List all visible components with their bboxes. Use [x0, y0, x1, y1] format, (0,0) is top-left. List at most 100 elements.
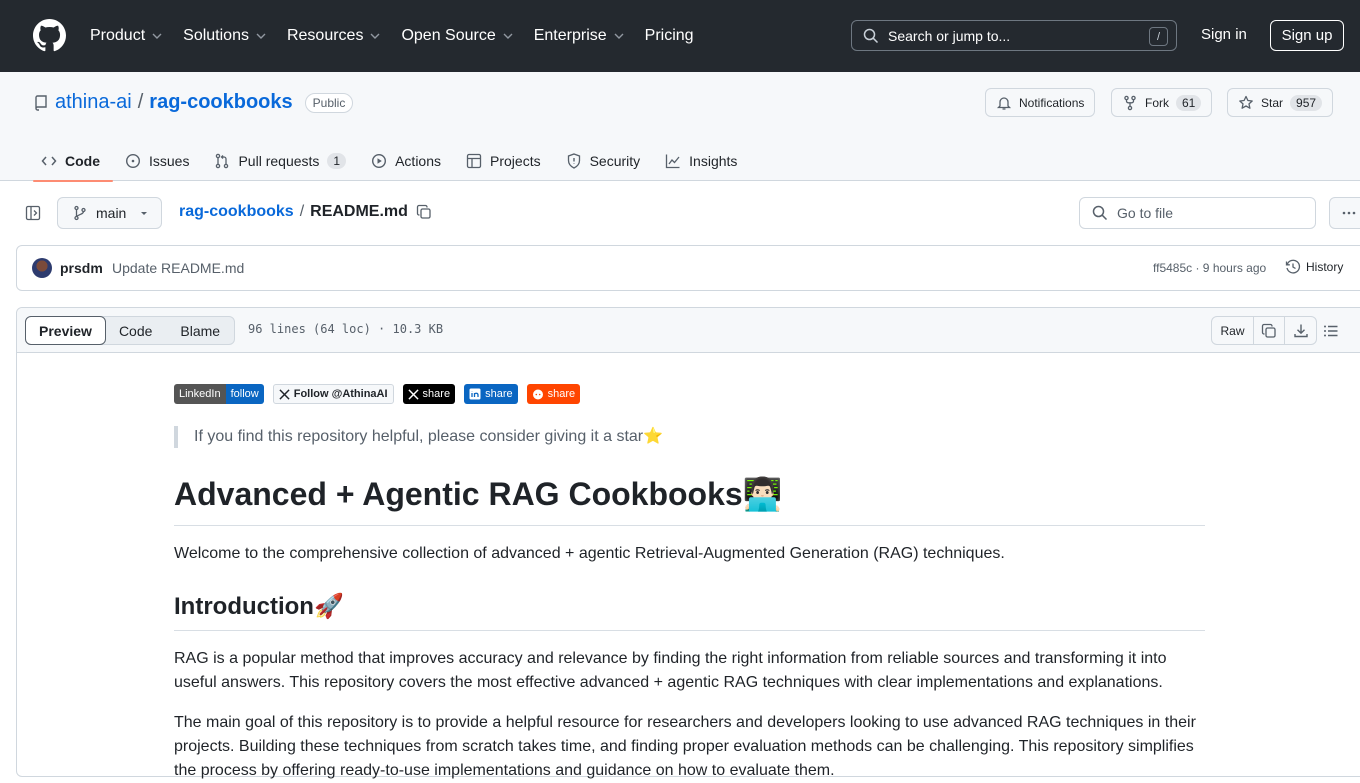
fork-button[interactable]: Fork 61	[1111, 88, 1213, 117]
branch-selector-button[interactable]: main	[57, 197, 162, 229]
graph-icon	[666, 154, 680, 168]
blame-mode-button[interactable]: Blame	[166, 317, 234, 344]
chevron-down-icon	[152, 33, 162, 39]
pull-requests-count: 1	[327, 152, 347, 169]
sidebar-expand-icon	[25, 205, 41, 221]
copy-path-icon[interactable]	[416, 204, 432, 220]
sign-up-button[interactable]: Sign up	[1270, 20, 1344, 51]
global-search-input[interactable]: Search or jump to... /	[851, 20, 1177, 51]
code-mode-button[interactable]: Code	[105, 317, 166, 344]
tab-pull-requests[interactable]: Pull requests 1	[206, 140, 359, 181]
caret-down-icon	[141, 212, 148, 215]
tab-insights[interactable]: Insights	[657, 140, 750, 181]
x-logo-icon	[279, 388, 290, 400]
badge-row: LinkedIn follow Follow @AthinaAI share s…	[174, 384, 1205, 404]
readme-intro-paragraph-1: RAG is a popular method that improves ac…	[174, 650, 1167, 691]
breadcrumb-file-name: README.md	[310, 203, 408, 220]
history-button[interactable]: History	[1285, 259, 1343, 275]
download-raw-button[interactable]	[1285, 317, 1316, 344]
breadcrumb-repo-link[interactable]: rag-cookbooks	[179, 203, 294, 221]
chevron-down-icon	[503, 33, 513, 39]
search-shortcut-key: /	[1149, 27, 1168, 46]
nav-solutions[interactable]: Solutions	[173, 0, 277, 72]
commit-hash-and-time[interactable]: ff5485c · 9 hours ago	[1153, 261, 1266, 275]
code-icon	[41, 156, 57, 165]
breadcrumb: rag-cookbooks / README.md	[179, 203, 432, 221]
nav-open-source-label: Open Source	[401, 27, 496, 44]
nav-pricing[interactable]: Pricing	[635, 0, 704, 72]
star-count: 957	[1290, 94, 1323, 111]
badge-label: share	[422, 388, 451, 400]
go-to-file-input[interactable]: Go to file	[1079, 197, 1316, 229]
commit-message-link[interactable]: Update README.md	[112, 260, 244, 276]
tab-actions[interactable]: Actions	[363, 140, 454, 181]
tab-issues[interactable]: Issues	[117, 140, 202, 181]
readme-intro-paragraph-2: The main goal of this repository is to p…	[174, 714, 1196, 779]
table-icon	[466, 153, 482, 168]
sign-in-link[interactable]: Sign in	[1201, 26, 1247, 43]
readme-title: Advanced + Agentic RAG Cookbooks👨🏻‍💻	[174, 474, 1205, 526]
nav-resources[interactable]: Resources	[277, 0, 391, 72]
x-follow-badge[interactable]: Follow @AthinaAI	[272, 384, 394, 404]
tab-pull-requests-label: Pull requests	[238, 152, 320, 169]
tab-issues-label: Issues	[149, 152, 190, 169]
notifications-label: Notifications	[1019, 95, 1085, 110]
repo-icon	[35, 94, 47, 111]
fork-label: Fork	[1145, 95, 1169, 110]
x-share-inner: share	[403, 384, 456, 404]
site-header: Product Solutions Resources Open Source …	[0, 0, 1360, 72]
tab-projects[interactable]: Projects	[458, 140, 554, 181]
x-logo-icon	[407, 388, 419, 400]
raw-button[interactable]: Raw	[1212, 317, 1254, 344]
tab-code[interactable]: Code	[33, 140, 113, 182]
notifications-button[interactable]: Notifications	[985, 88, 1096, 117]
breadcrumb-separator: /	[299, 203, 305, 220]
more-options-button[interactable]	[1329, 197, 1360, 229]
kebab-horizontal-icon	[1342, 211, 1356, 215]
linkedin-share-badge[interactable]: share	[464, 384, 518, 404]
repo-title: athina-ai / rag-cookbooks Public	[33, 91, 354, 114]
badge-label: Follow @AthinaAI	[293, 388, 388, 400]
preview-mode-button[interactable]: Preview	[25, 316, 106, 345]
tab-insights-label: Insights	[689, 152, 738, 169]
download-icon	[1293, 324, 1308, 337]
badge-label: share	[485, 388, 513, 400]
readme-content: LinkedIn follow Follow @AthinaAI share s…	[174, 384, 1205, 783]
reddit-share-badge[interactable]: share	[526, 384, 581, 404]
issue-icon	[125, 153, 141, 168]
nav-open-source[interactable]: Open Source	[391, 0, 523, 72]
file-tree-toggle-button[interactable]	[17, 197, 49, 229]
branch-name: main	[96, 205, 127, 221]
repo-name-link[interactable]: rag-cookbooks	[149, 91, 292, 114]
badge-value: follow	[225, 384, 264, 404]
badge-label: share	[547, 388, 576, 400]
repo-owner-link[interactable]: athina-ai	[55, 91, 132, 114]
file-actions-group: Raw	[1211, 316, 1317, 345]
star-button[interactable]: Star 957	[1227, 88, 1334, 117]
tab-security-label: Security	[589, 152, 641, 169]
tab-code-label: Code	[65, 152, 100, 169]
tab-actions-label: Actions	[395, 152, 442, 169]
github-logo-icon[interactable]	[33, 19, 66, 52]
readme-intro-heading: Introduction🚀	[174, 592, 1205, 631]
search-icon	[863, 28, 879, 43]
readme-welcome-paragraph: Welcome to the comprehensive collection …	[174, 545, 1005, 562]
reddit-logo-icon	[532, 389, 543, 400]
play-icon	[372, 153, 387, 168]
file-viewer: Preview Code Blame 96 lines (64 loc) · 1…	[16, 307, 1360, 779]
linkedin-logo-icon	[469, 388, 481, 400]
commit-author-link[interactable]: prsdm	[60, 260, 103, 276]
search-placeholder: Search or jump to...	[888, 27, 1011, 44]
avatar[interactable]	[32, 258, 52, 278]
x-share-badge[interactable]: share	[402, 384, 456, 404]
copy-icon	[1261, 323, 1276, 338]
linkedin-share-inner: share	[464, 384, 518, 404]
nav-product[interactable]: Product	[80, 0, 173, 72]
tab-security[interactable]: Security	[558, 140, 654, 181]
nav-pricing-label: Pricing	[644, 27, 694, 44]
outline-button[interactable]	[1315, 316, 1347, 345]
copy-raw-button[interactable]	[1254, 317, 1285, 344]
nav-enterprise[interactable]: Enterprise	[524, 0, 635, 72]
linkedin-follow-badge[interactable]: LinkedIn follow	[174, 384, 264, 404]
go-to-file-placeholder: Go to file	[1117, 205, 1174, 221]
